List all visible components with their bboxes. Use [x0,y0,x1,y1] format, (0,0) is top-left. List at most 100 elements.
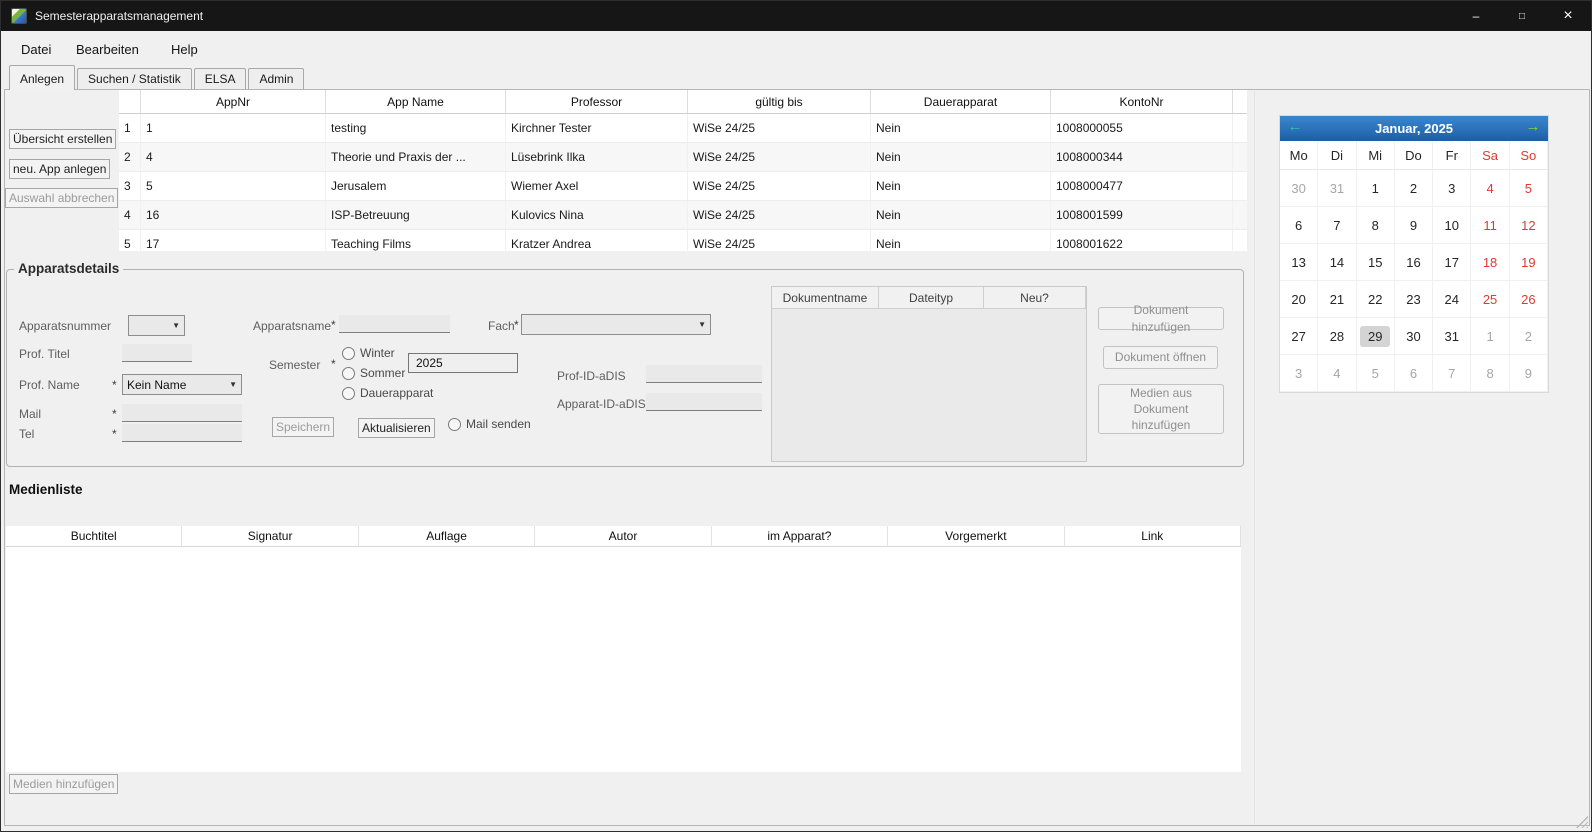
calendar-day[interactable]: 26 [1510,281,1548,318]
column-header-gueltig-bis[interactable]: gültig bis [688,90,871,113]
resize-grip-icon[interactable] [1576,816,1588,828]
calendar-day[interactable]: 4 [1471,170,1509,207]
uebersicht-erstellen-button[interactable]: Übersicht erstellen [9,129,116,149]
calendar-day[interactable]: 21 [1318,281,1356,318]
prof-titel-field[interactable] [122,344,192,362]
apparatsnummer-combobox[interactable]: ▼ [128,315,185,336]
close-button[interactable]: × [1545,1,1591,31]
calendar-day[interactable]: 2 [1510,318,1548,355]
table-row[interactable]: 517Teaching FilmsKratzer AndreaWiSe 24/2… [119,230,1247,251]
menu-datei[interactable]: Datei [17,40,55,59]
calendar-day[interactable]: 6 [1395,355,1433,392]
column-header-link[interactable]: Link [1065,526,1241,546]
calendar-day[interactable]: 4 [1318,355,1356,392]
calendar-day[interactable]: 1 [1357,170,1395,207]
neu-app-anlegen-button[interactable]: neu. App anlegen [9,159,110,179]
table-row[interactable]: 24Theorie und Praxis der ...Lüsebrink Il… [119,143,1247,172]
calendar-day[interactable]: 5 [1510,170,1548,207]
calendar-day[interactable]: 7 [1318,207,1356,244]
column-header-dateityp[interactable]: Dateityp [879,287,984,309]
column-header-vorgemerkt[interactable]: Vorgemerkt [888,526,1064,546]
calendar-day[interactable]: 18 [1471,244,1509,281]
menu-bearbeiten[interactable]: Bearbeiten [72,40,143,59]
calendar-day[interactable]: 6 [1280,207,1318,244]
calendar-day[interactable]: 7 [1433,355,1471,392]
calendar-day[interactable]: 29 [1357,318,1395,355]
tab-admin[interactable]: Admin [248,68,304,89]
medien-hinzufuegen-button[interactable]: Medien hinzufügen [9,774,118,794]
sommer-radio[interactable]: Sommer [342,366,405,380]
calendar-day[interactable]: 8 [1471,355,1509,392]
column-header-dokumentname[interactable]: Dokumentname [772,287,879,309]
column-header-signatur[interactable]: Signatur [182,526,358,546]
calendar-day[interactable]: 24 [1433,281,1471,318]
calendar-day[interactable]: 20 [1280,281,1318,318]
window-controls: – □ × [1453,1,1591,31]
calendar-day[interactable]: 15 [1357,244,1395,281]
apparat-id-adis-field[interactable] [646,393,762,411]
prof-name-combobox[interactable]: Kein Name ▼ [122,374,242,395]
calendar-day[interactable]: 17 [1433,244,1471,281]
calendar-day[interactable]: 23 [1395,281,1433,318]
dokument-oeffnen-button[interactable]: Dokument öffnen [1103,346,1218,369]
calendar-day[interactable]: 9 [1395,207,1433,244]
tel-field[interactable] [122,424,242,442]
fach-combobox[interactable]: ▼ [521,314,711,335]
calendar-day[interactable]: 3 [1433,170,1471,207]
calendar-day[interactable]: 25 [1471,281,1509,318]
calendar-day[interactable]: 27 [1280,318,1318,355]
calendar-day[interactable]: 5 [1357,355,1395,392]
aktualisieren-button[interactable]: Aktualisieren [358,418,435,438]
calendar-day[interactable]: 11 [1471,207,1509,244]
column-header-dauerapparat[interactable]: Dauerapparat [871,90,1051,113]
calendar-day[interactable]: 3 [1280,355,1318,392]
calendar-day[interactable]: 30 [1280,170,1318,207]
speichern-button[interactable]: Speichern [272,417,334,437]
calendar-next-arrow-icon[interactable]: → [1522,118,1544,135]
calendar-day[interactable]: 8 [1357,207,1395,244]
tab-elsa[interactable]: ELSA [194,68,247,89]
table-row[interactable]: 35JerusalemWiemer AxelWiSe 24/25Nein1008… [119,172,1247,201]
medien-aus-dokument-hinzufuegen-button[interactable]: Medien aus Dokument hinzufügen [1098,384,1224,434]
menu-help[interactable]: Help [167,40,202,59]
calendar-prev-arrow-icon[interactable]: ← [1284,118,1306,135]
column-header-kontonr[interactable]: KontoNr [1051,90,1233,113]
calendar-day[interactable]: 10 [1433,207,1471,244]
calendar-day[interactable]: 13 [1280,244,1318,281]
auswahl-abbrechen-button[interactable]: Auswahl abbrechen [5,188,118,208]
calendar-day[interactable]: 16 [1395,244,1433,281]
column-header-autor[interactable]: Autor [535,526,711,546]
calendar-day[interactable]: 12 [1510,207,1548,244]
minimize-button[interactable]: – [1453,1,1499,31]
prof-id-adis-field[interactable] [646,365,762,383]
column-header-neu[interactable]: Neu? [984,287,1086,309]
calendar-day[interactable]: 9 [1510,355,1548,392]
calendar-day[interactable]: 1 [1471,318,1509,355]
calendar-day[interactable]: 31 [1318,170,1356,207]
calendar-day[interactable]: 2 [1395,170,1433,207]
calendar-day[interactable]: 30 [1395,318,1433,355]
table-row[interactable]: 416ISP-BetreuungKulovics NinaWiSe 24/25N… [119,201,1247,230]
column-header-appnr[interactable]: AppNr [141,90,326,113]
calendar-day[interactable]: 22 [1357,281,1395,318]
column-header-auflage[interactable]: Auflage [359,526,535,546]
calendar-day[interactable]: 31 [1433,318,1471,355]
dauerapparat-radio[interactable]: Dauerapparat [342,386,433,400]
semester-year-field[interactable]: 2025 [408,353,518,373]
column-header-im-apparat[interactable]: im Apparat? [712,526,888,546]
mail-senden-radio[interactable]: Mail senden [448,417,531,431]
tab-anlegen[interactable]: Anlegen [9,65,75,90]
apparatsname-field[interactable] [339,315,450,333]
column-header-professor[interactable]: Professor [506,90,688,113]
winter-radio[interactable]: Winter [342,346,395,360]
maximize-button[interactable]: □ [1499,1,1545,31]
column-header-app-name[interactable]: App Name [326,90,506,113]
tab-suchen-statistik[interactable]: Suchen / Statistik [77,68,192,89]
calendar-day[interactable]: 28 [1318,318,1356,355]
dokument-hinzufuegen-button[interactable]: Dokument hinzufügen [1098,307,1224,330]
column-header-buchtitel[interactable]: Buchtitel [6,526,182,546]
table-row[interactable]: 11testingKirchner TesterWiSe 24/25Nein10… [119,114,1247,143]
calendar-day[interactable]: 19 [1510,244,1548,281]
calendar-day[interactable]: 14 [1318,244,1356,281]
mail-field[interactable] [122,404,242,422]
